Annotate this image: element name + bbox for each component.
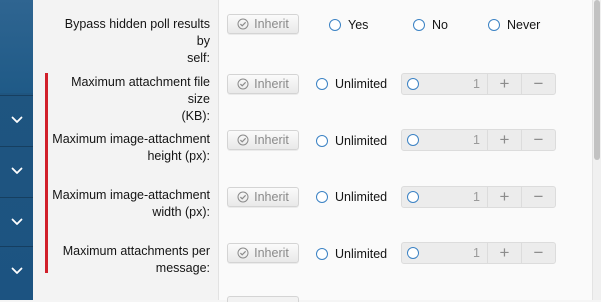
number-stepper[interactable]: 1 + − [401, 186, 556, 208]
label-line: Bypass hidden poll results by [64, 17, 210, 48]
sidebar-expand-toggle-2[interactable] [0, 146, 33, 195]
radio-yes[interactable]: Yes [329, 18, 368, 32]
radio-circle[interactable] [316, 191, 328, 203]
radio-circle[interactable] [329, 19, 341, 31]
label-line: Maximum image-attachment [52, 132, 210, 146]
radio-circle[interactable] [316, 248, 328, 260]
radio-label: Unlimited [335, 190, 388, 204]
stepper-radio[interactable] [407, 78, 419, 90]
radio-label: No [432, 18, 448, 32]
stepper-radio[interactable] [407, 247, 419, 259]
radio-label: Never [507, 18, 541, 32]
inherit-button[interactable]: Inherit [227, 14, 299, 34]
max-attachment-size-label: Maximum attachment file size (KB): [50, 74, 210, 125]
increment-button[interactable]: + [487, 243, 521, 263]
side-navigation-header [0, 0, 33, 93]
inherit-label: Inherit [254, 17, 289, 31]
number-stepper[interactable]: 1 + − [401, 242, 556, 264]
inherit-label: Inherit [254, 190, 289, 204]
sidebar-expand-toggle-1[interactable] [0, 95, 33, 144]
radio-label: Unlimited [335, 77, 388, 91]
label-line: width (px): [152, 205, 210, 219]
decrement-button[interactable]: − [521, 74, 555, 94]
radio-circle[interactable] [413, 19, 425, 31]
max-image-width-label: Maximum image-attachment width (px): [50, 187, 210, 221]
decrement-button[interactable]: − [521, 243, 555, 263]
radio-label: Unlimited [335, 247, 388, 261]
inherit-button[interactable]: Inherit [227, 243, 299, 263]
required-marker-bar [45, 73, 48, 273]
chevron-down-icon [11, 116, 22, 123]
stepper-radio[interactable] [407, 191, 419, 203]
side-navigation [0, 0, 33, 300]
check-circle-icon [237, 78, 249, 90]
bypass-poll-results-label: Bypass hidden poll results by self: [50, 16, 210, 67]
increment-button[interactable]: + [487, 130, 521, 150]
label-line: Maximum attachments per [62, 244, 210, 258]
vertical-scrollbar[interactable] [592, 0, 601, 300]
chevron-down-icon [11, 218, 22, 225]
stepper-value[interactable]: 1 [419, 77, 487, 91]
inherit-button[interactable] [227, 296, 299, 302]
decrement-button[interactable]: − [521, 130, 555, 150]
inherit-button[interactable]: Inherit [227, 187, 299, 207]
stepper-value[interactable]: 1 [419, 246, 487, 260]
radio-circle[interactable] [316, 135, 328, 147]
decrement-button[interactable]: − [521, 187, 555, 207]
check-circle-icon [237, 247, 249, 259]
check-circle-icon [237, 191, 249, 203]
increment-button[interactable]: + [487, 187, 521, 207]
radio-never[interactable]: Never [488, 18, 540, 32]
radio-unlimited[interactable]: Unlimited [316, 190, 387, 204]
stepper-radio[interactable] [407, 134, 419, 146]
check-circle-icon [237, 18, 249, 30]
increment-button[interactable]: + [487, 74, 521, 94]
label-line: Maximum attachment file size [71, 75, 210, 106]
stepper-value[interactable]: 1 [419, 190, 487, 204]
number-stepper[interactable]: 1 + − [401, 73, 556, 95]
scrollbar-thumb[interactable] [594, 0, 600, 160]
check-circle-icon [237, 134, 249, 146]
inherit-label: Inherit [254, 77, 289, 91]
max-attachments-per-message-label: Maximum attachments per message: [50, 243, 210, 277]
radio-label: Unlimited [335, 134, 388, 148]
stepper-value[interactable]: 1 [419, 133, 487, 147]
chevron-down-icon [11, 167, 22, 174]
chevron-down-icon [11, 267, 22, 274]
radio-unlimited[interactable]: Unlimited [316, 77, 387, 91]
radio-no[interactable]: No [413, 18, 448, 32]
radio-unlimited[interactable]: Unlimited [316, 134, 387, 148]
number-stepper[interactable]: 1 + − [401, 129, 556, 151]
label-line: (KB): [181, 109, 210, 123]
inherit-button[interactable]: Inherit [227, 130, 299, 150]
label-line: message: [155, 261, 210, 275]
inherit-label: Inherit [254, 133, 289, 147]
sidebar-expand-toggle-3[interactable] [0, 197, 33, 246]
label-line: Maximum image-attachment [52, 188, 210, 202]
max-image-height-label: Maximum image-attachment height (px): [50, 131, 210, 165]
radio-circle[interactable] [488, 19, 500, 31]
inherit-button[interactable]: Inherit [227, 74, 299, 94]
radio-circle[interactable] [316, 78, 328, 90]
sidebar-expand-toggle-4[interactable] [0, 246, 33, 295]
label-line: self: [187, 51, 210, 65]
inherit-label: Inherit [254, 246, 289, 260]
label-line: height (px): [147, 149, 210, 163]
radio-label: Yes [348, 18, 369, 32]
radio-unlimited[interactable]: Unlimited [316, 247, 387, 261]
